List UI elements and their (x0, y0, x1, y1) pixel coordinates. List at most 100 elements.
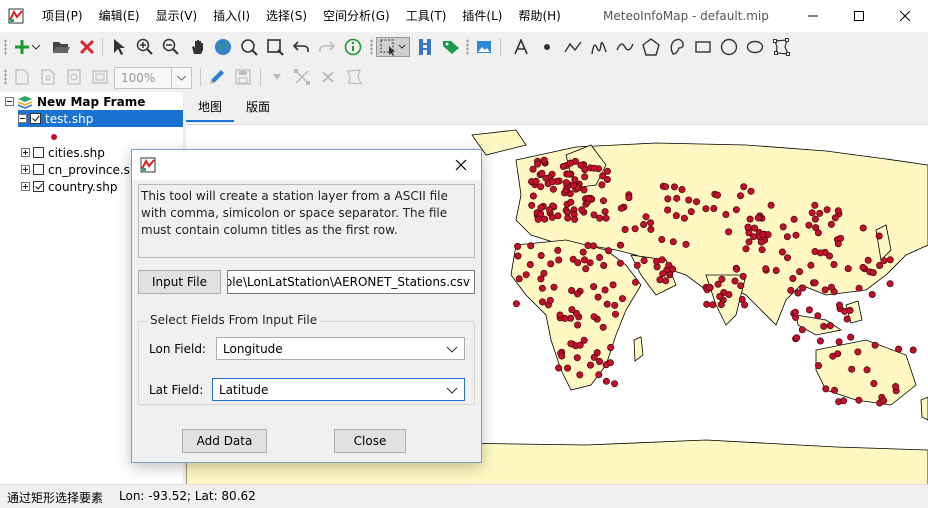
menu-edit[interactable]: 编辑(E) (91, 0, 148, 32)
minimize-button[interactable] (790, 0, 836, 32)
pan-button[interactable] (188, 37, 208, 57)
menu-help[interactable]: 帮助(H) (510, 0, 568, 32)
draw-point-button[interactable] (537, 37, 557, 57)
edit-select-button[interactable] (267, 67, 287, 87)
layer-item-test[interactable]: test.shp (18, 110, 183, 127)
station-point (573, 354, 581, 362)
draw-polyline-button[interactable] (563, 37, 583, 57)
layer-visibility-checkbox[interactable] (30, 113, 41, 124)
toolbar-grip[interactable] (466, 39, 469, 55)
zoom-out-button[interactable] (161, 37, 181, 57)
map-frame-node[interactable]: New Map Frame (5, 93, 145, 110)
layer-item-cn-province[interactable]: cn_province.shp (21, 161, 145, 178)
toolbar-grip[interactable] (4, 69, 7, 85)
zoom-level-combo[interactable]: 100% (114, 67, 192, 89)
menu-spatial-analysis[interactable]: 空间分析(G) (315, 0, 398, 32)
fit-page-button[interactable] (64, 67, 84, 87)
expand-toggle[interactable] (21, 165, 30, 174)
input-file-button[interactable]: Input File (138, 270, 221, 294)
station-point (567, 198, 575, 206)
station-point (834, 207, 842, 215)
station-point (783, 233, 791, 241)
draw-circle-button[interactable] (719, 37, 739, 57)
redo-button[interactable] (317, 37, 337, 57)
collapse-toggle[interactable] (18, 114, 27, 123)
menu-tools[interactable]: 工具(T) (398, 0, 455, 32)
lon-field-combo[interactable]: Longitude (216, 337, 465, 360)
station-point (529, 165, 537, 173)
select-tool-button[interactable] (109, 37, 129, 57)
draw-text-button[interactable] (511, 37, 531, 57)
layer-item-country[interactable]: country.shp (21, 178, 117, 195)
zoom-in-button[interactable] (135, 37, 155, 57)
station-point (722, 211, 730, 219)
close-button[interactable]: Close (334, 429, 406, 453)
remove-layer-button[interactable] (77, 37, 97, 57)
delete-feature-button[interactable] (318, 67, 338, 87)
reshape-button[interactable] (344, 67, 364, 87)
tab-layout[interactable]: 版面 (234, 92, 282, 122)
station-point (714, 280, 722, 288)
attribute-table-button[interactable] (415, 37, 435, 57)
edit-vertex-button[interactable] (292, 67, 312, 87)
draw-freehand-button[interactable] (589, 37, 609, 57)
maximize-button[interactable] (836, 0, 882, 32)
field-selection-group: Select Fields From Input File Lon Field:… (138, 313, 475, 405)
toolbar-grip[interactable] (4, 39, 7, 55)
draw-curve-button[interactable] (615, 37, 635, 57)
open-folder-button[interactable] (51, 37, 71, 57)
save-edit-button[interactable] (233, 67, 253, 87)
close-window-button[interactable] (882, 0, 928, 32)
add-picture-button[interactable] (474, 37, 494, 57)
station-point (599, 172, 607, 180)
draw-polygon-button[interactable] (641, 37, 661, 57)
label-button[interactable] (441, 37, 461, 57)
add-layer-dropdown[interactable] (30, 37, 42, 57)
draw-rectangle-button[interactable] (693, 37, 713, 57)
station-point (746, 215, 754, 223)
menu-insert[interactable]: 插入(I) (205, 0, 258, 32)
edit-button[interactable] (207, 67, 227, 87)
full-extent-button[interactable] (213, 37, 233, 57)
dialog-close-button[interactable] (451, 155, 471, 175)
layer-item-cities[interactable]: cities.shp (21, 144, 105, 161)
expand-toggle[interactable] (21, 182, 30, 191)
add-layer-button[interactable] (12, 37, 32, 57)
draw-curve-polygon-button[interactable] (667, 37, 687, 57)
select-features-button[interactable] (376, 37, 410, 57)
station-point (822, 385, 830, 393)
menu-plugins[interactable]: 插件(L) (454, 0, 510, 32)
draw-ellipse-button[interactable] (745, 37, 765, 57)
station-point (590, 164, 598, 172)
tab-map[interactable]: 地图 (186, 92, 235, 122)
station-point (656, 276, 664, 284)
station-point (669, 238, 677, 246)
undo-button[interactable] (291, 37, 311, 57)
menu-view[interactable]: 显示(V) (148, 0, 206, 32)
station-point (617, 204, 625, 212)
zoom-level-dropdown[interactable] (171, 68, 191, 88)
cursor-coordinates: Lon: -93.52; Lat: 80.62 (119, 489, 256, 503)
input-file-path-field[interactable]: ple\LonLatStation\AERONET_Stations.csv (227, 270, 475, 294)
edit-vertices-button[interactable] (771, 37, 791, 57)
fit-width-button[interactable] (90, 67, 110, 87)
collapse-toggle[interactable] (5, 97, 14, 106)
layer-visibility-checkbox[interactable] (33, 147, 44, 158)
identify-button[interactable] (239, 37, 259, 57)
expand-toggle[interactable] (21, 148, 30, 157)
layer-visibility-checkbox[interactable] (33, 164, 44, 175)
add-data-button[interactable]: Add Data (182, 429, 267, 453)
menu-select[interactable]: 选择(S) (258, 0, 315, 32)
new-page-button[interactable] (12, 67, 32, 87)
page-setup-button[interactable] (38, 67, 58, 87)
station-point (709, 301, 717, 309)
station-point (864, 256, 872, 264)
layer-visibility-checkbox[interactable] (33, 181, 44, 192)
menu-project[interactable]: 项目(P) (34, 0, 91, 32)
app-logo-icon (140, 157, 156, 173)
info-button[interactable] (343, 37, 363, 57)
text-icon (514, 39, 528, 55)
lat-field-combo[interactable]: Latitude (212, 378, 465, 401)
zoom-rect-button[interactable] (265, 37, 285, 57)
toolbar-grip[interactable] (370, 39, 373, 55)
